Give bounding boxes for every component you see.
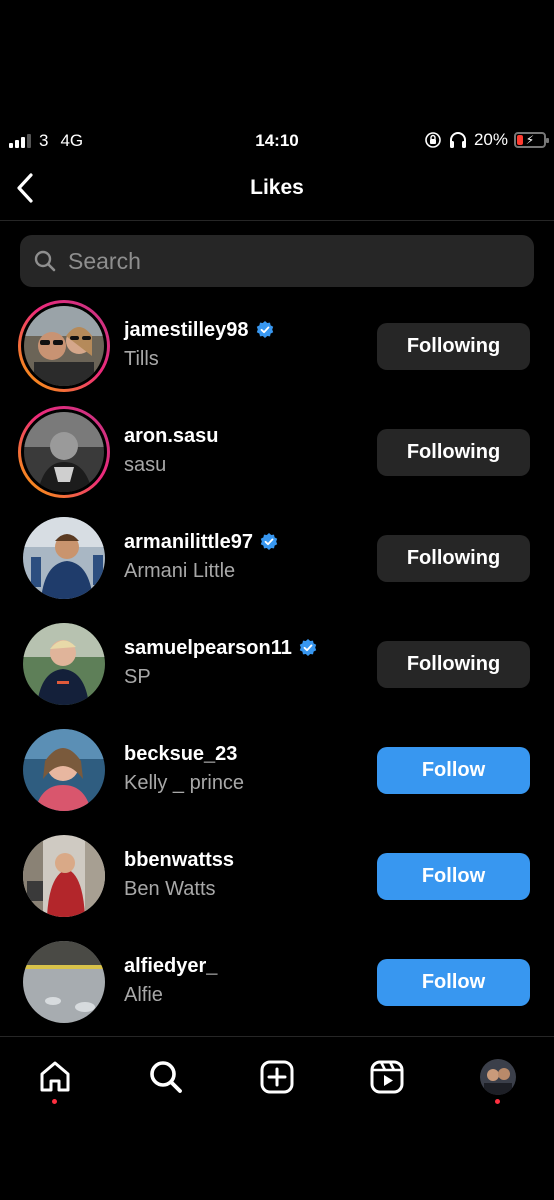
avatar-story-ring[interactable] bbox=[18, 300, 110, 392]
header-divider bbox=[0, 220, 554, 221]
profile-avatar bbox=[480, 1059, 516, 1095]
notification-dot bbox=[52, 1099, 57, 1104]
username-row[interactable]: samuelpearson11 bbox=[124, 636, 318, 660]
notification-dot bbox=[495, 1099, 500, 1104]
username[interactable]: becksue_23 bbox=[124, 742, 237, 766]
follow-button[interactable]: Follow bbox=[377, 959, 530, 1006]
follow-button[interactable]: Follow bbox=[377, 747, 530, 794]
user-names: bbenwattss Ben Watts bbox=[124, 848, 234, 901]
user-names: samuelpearson11 SP bbox=[124, 636, 318, 689]
username-row[interactable]: armanilittle97 bbox=[124, 530, 279, 554]
following-button[interactable]: Following bbox=[377, 323, 530, 370]
tab-create[interactable] bbox=[257, 1057, 297, 1097]
username[interactable]: samuelpearson11 bbox=[124, 636, 292, 660]
list-item[interactable]: armanilittle97 Armani Little Following bbox=[0, 512, 554, 618]
tab-search[interactable] bbox=[146, 1057, 186, 1097]
list-item[interactable]: bbenwattss Ben Watts Follow bbox=[0, 830, 554, 936]
following-button[interactable]: Following bbox=[377, 535, 530, 582]
username[interactable]: armanilittle97 bbox=[124, 530, 253, 554]
display-name: SP bbox=[124, 666, 151, 688]
search-icon bbox=[150, 1061, 182, 1093]
username-row[interactable]: alfiedyer_ bbox=[124, 954, 217, 978]
avatar bbox=[24, 412, 104, 492]
verified-badge-icon bbox=[299, 639, 317, 656]
create-post-icon bbox=[260, 1060, 294, 1094]
avatar bbox=[23, 835, 105, 917]
battery-icon: ⚡ bbox=[514, 132, 549, 148]
username[interactable]: alfiedyer_ bbox=[124, 954, 217, 978]
search-icon bbox=[34, 250, 56, 272]
search-input[interactable] bbox=[68, 247, 488, 275]
display-name: sasu bbox=[124, 454, 167, 476]
avatar-container[interactable] bbox=[18, 724, 110, 816]
username[interactable]: bbenwattss bbox=[124, 848, 234, 872]
avatar bbox=[23, 517, 105, 599]
username[interactable]: jamestilley98 bbox=[124, 318, 249, 342]
avatar bbox=[24, 306, 104, 386]
avatar-story-ring[interactable] bbox=[18, 406, 110, 498]
reels-icon bbox=[370, 1060, 404, 1094]
username-row[interactable]: becksue_23 bbox=[124, 742, 244, 766]
user-names: aron.sasu sasu bbox=[124, 424, 218, 477]
status-bar: 3 4G 14:10 20% ⚡ bbox=[0, 128, 554, 154]
avatar bbox=[23, 623, 105, 705]
following-button[interactable]: Following bbox=[377, 429, 530, 476]
username-row[interactable]: aron.sasu bbox=[124, 424, 218, 448]
list-item[interactable]: alfiedyer_ Alfie Follow bbox=[0, 936, 554, 1042]
display-name: Kelly _ prince bbox=[124, 772, 245, 794]
follow-button[interactable]: Follow bbox=[377, 853, 530, 900]
list-item[interactable]: becksue_23 Kelly _ prince Follow bbox=[0, 724, 554, 830]
bottom-tab-bar bbox=[0, 1036, 554, 1200]
orientation-lock-icon bbox=[425, 132, 441, 148]
nav-header: Likes bbox=[0, 168, 554, 208]
display-name: Ben Watts bbox=[124, 878, 216, 900]
verified-badge-icon bbox=[256, 321, 273, 338]
verified-badge-icon bbox=[260, 533, 278, 550]
avatar bbox=[23, 941, 105, 1023]
tab-home[interactable] bbox=[35, 1057, 75, 1097]
user-names: jamestilley98 Tills bbox=[124, 318, 275, 371]
avatar-container[interactable] bbox=[18, 830, 110, 922]
home-icon bbox=[40, 1061, 70, 1092]
user-names: armanilittle97 Armani Little bbox=[124, 530, 279, 583]
search-bar[interactable] bbox=[20, 235, 534, 287]
tab-reels[interactable] bbox=[367, 1057, 407, 1097]
username-row[interactable]: jamestilley98 bbox=[124, 318, 275, 342]
page-title: Likes bbox=[250, 176, 304, 199]
list-item[interactable]: aron.sasu sasu Following bbox=[0, 406, 554, 512]
avatar-container[interactable] bbox=[18, 512, 110, 604]
avatar-container[interactable] bbox=[18, 936, 110, 1028]
avatar-container[interactable] bbox=[18, 618, 110, 710]
username[interactable]: aron.sasu bbox=[124, 424, 218, 448]
list-item[interactable]: jamestilley98 Tills Following bbox=[0, 300, 554, 406]
avatar bbox=[23, 729, 105, 811]
status-right: 20% ⚡ bbox=[424, 130, 549, 150]
user-names: becksue_23 Kelly _ prince bbox=[124, 742, 244, 795]
user-names: alfiedyer_ Alfie bbox=[124, 954, 217, 1007]
display-name: Alfie bbox=[124, 984, 163, 1006]
tab-profile[interactable] bbox=[478, 1057, 518, 1097]
battery-percentage: 20% bbox=[473, 130, 508, 149]
following-button[interactable]: Following bbox=[377, 641, 530, 688]
username-row[interactable]: bbenwattss bbox=[124, 848, 234, 872]
display-name: Tills bbox=[124, 348, 159, 370]
list-item[interactable]: samuelpearson11 SP Following bbox=[0, 618, 554, 724]
display-name: Armani Little bbox=[124, 560, 236, 582]
headphones-icon bbox=[449, 132, 466, 148]
